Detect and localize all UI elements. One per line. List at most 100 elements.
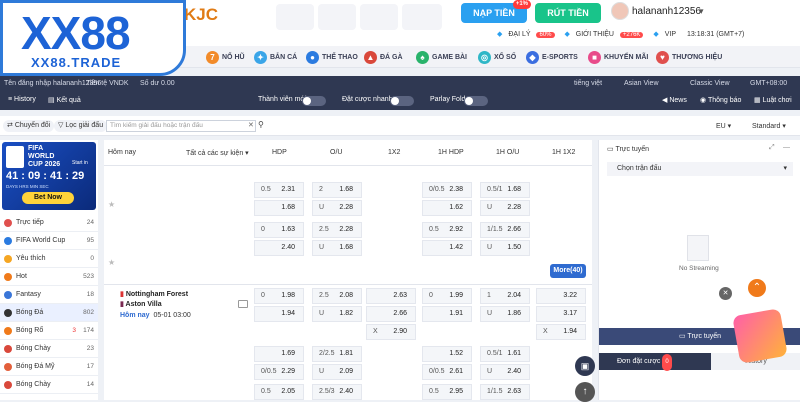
minimize-icon[interactable]: — — [783, 144, 790, 151]
withdraw-button[interactable]: RÚT TIỀN — [535, 3, 601, 23]
odds-cell[interactable]: 3.17 — [536, 306, 586, 322]
rules-link[interactable]: ▦ Luật chơi — [754, 96, 792, 104]
away-team[interactable]: ▮ Aston Villa — [120, 300, 162, 308]
odds-cell[interactable]: U 1.50 — [480, 240, 530, 256]
betslip-tab[interactable]: Đơn đặt cược 0 — [599, 353, 711, 371]
nav-esports[interactable]: ◆ E-SPORTS — [526, 50, 578, 64]
classic-view-select[interactable]: Classic View — [690, 80, 730, 87]
odds-cell[interactable]: 0.5/1 1.61 — [480, 346, 530, 362]
odds-cell[interactable]: 1.62 — [422, 200, 472, 216]
scroll-top-icon[interactable]: ↑ — [575, 382, 595, 402]
odds-cell[interactable]: 0/0.5 2.29 — [254, 364, 304, 380]
odds-cell[interactable]: 1.42 — [422, 240, 472, 256]
deposit-button[interactable]: NẠP TIỀN +1% — [461, 0, 531, 23]
asian-view-select[interactable]: Asian View — [624, 80, 659, 87]
odds-cell[interactable]: 1.91 — [422, 306, 472, 322]
odds-cell[interactable]: 0/0.5 2.61 — [422, 364, 472, 380]
odds-cell[interactable]: 1.52 — [422, 346, 472, 362]
odds-cell[interactable]: 1.69 — [254, 346, 304, 362]
sidebar-item[interactable]: Trực tiếp 24 — [0, 214, 98, 232]
notice-link[interactable]: ◉ Thông báo — [700, 96, 741, 104]
odds-cell[interactable]: 0 1.63 — [254, 222, 304, 238]
nav-promotions[interactable]: ■ KHUYẾN MÃI — [588, 50, 648, 64]
odds-cell[interactable]: X 1.94 — [536, 324, 586, 340]
sidebar-item[interactable]: Bóng Chày 23 — [0, 340, 98, 358]
promo-car-grey[interactable] — [360, 4, 398, 30]
language-select[interactable]: tiếng việt — [574, 80, 602, 87]
odds-cell[interactable]: 0.5 2.05 — [254, 384, 304, 400]
odds-cell[interactable]: U 2.40 — [480, 364, 530, 380]
search-icon[interactable]: ⚲ — [258, 120, 264, 129]
odds-cell[interactable]: U 2.09 — [312, 364, 362, 380]
odds-cell[interactable]: 2 1.68 — [312, 182, 362, 198]
odds-cell[interactable]: U 1.68 — [312, 240, 362, 256]
flag-icon[interactable]: ▣ — [575, 356, 595, 376]
odds-cell[interactable]: 0.5 2.95 — [422, 384, 472, 400]
nav-fishing[interactable]: ✦ BẮN CÁ — [254, 50, 297, 64]
sidebar-item[interactable]: Fantasy 18 — [0, 286, 98, 304]
odds-cell[interactable]: 3.22 — [536, 288, 586, 304]
more-markets-button[interactable]: More(40) — [550, 264, 586, 278]
promo-car-red[interactable] — [318, 4, 356, 30]
odds-cell[interactable]: 2.63 — [366, 288, 416, 304]
odds-cell[interactable]: 1/1.5 2.66 — [480, 222, 530, 238]
odds-cell[interactable]: 2.5 2.08 — [312, 288, 362, 304]
sidebar-item[interactable]: FIFA World Cup 95 — [0, 232, 98, 250]
chevron-down-icon[interactable]: ▾ — [699, 6, 704, 17]
odds-cell[interactable]: 1/1.5 2.63 — [480, 384, 530, 400]
sidebar-item[interactable]: Bóng Chày 14 — [0, 376, 98, 394]
agent-link[interactable]: ◆ ĐẠI LÝ 60% — [497, 31, 559, 38]
odds-cell[interactable]: 2.66 — [366, 306, 416, 322]
username[interactable]: halananh12356 — [632, 6, 701, 17]
odds-cell[interactable]: U 1.82 — [312, 306, 362, 322]
odds-cell[interactable]: 2/2.5 1.81 — [312, 346, 362, 362]
odds-cell[interactable]: 2.40 — [254, 240, 304, 256]
sidebar-item[interactable]: Bóng Rổ 3 174 — [0, 322, 98, 340]
clear-icon[interactable]: ✕ — [248, 121, 254, 129]
odds-cell[interactable]: X 2.90 — [366, 324, 416, 340]
site-logo[interactable]: XX88 XX88.TRADE — [0, 0, 186, 76]
odds-cell[interactable]: U 1.86 — [480, 306, 530, 322]
star-icon[interactable]: ★ — [108, 258, 115, 267]
promo-motorbike[interactable] — [276, 4, 314, 30]
parlay-toggle[interactable] — [464, 96, 488, 106]
switch-button[interactable]: ⇄ Chuyển đổi — [3, 120, 55, 132]
close-icon[interactable]: ✕ — [719, 287, 732, 300]
nav-cockfight[interactable]: ▲ ĐÁ GÀ — [364, 50, 403, 64]
nav-brand[interactable]: ♥ THƯƠNG HIỆU — [656, 50, 722, 64]
odds-cell[interactable]: 0 1.98 — [254, 288, 304, 304]
events-select[interactable]: Tất cả các sự kiện ▾ — [186, 149, 249, 157]
odds-cell[interactable]: U 2.28 — [480, 200, 530, 216]
nav-lottery[interactable]: ◎ XỔ SỐ — [478, 50, 516, 64]
sidebar-item[interactable]: Bóng Đá Mỹ 17 — [0, 358, 98, 376]
expand-icon[interactable]: ⤢ — [769, 144, 775, 152]
odds-cell[interactable]: 0/0.5 2.38 — [422, 182, 472, 198]
results-link[interactable]: ▤ Kết quả — [48, 96, 81, 104]
worldcup-banner[interactable]: FIFA WORLD CUP 2026 Start in 41 : 09 : 41 … — [2, 142, 96, 210]
history-link[interactable]: ≡ History — [8, 96, 36, 103]
sidebar-item[interactable]: Bóng Đá 802 — [0, 304, 98, 322]
gift-icon[interactable] — [732, 308, 788, 364]
nav-slots[interactable]: 7 NỔ HŨ — [206, 50, 245, 64]
odds-cell[interactable]: 0 1.99 — [422, 288, 472, 304]
star-icon[interactable]: ★ — [108, 200, 115, 209]
odds-mode-select[interactable]: Standard ▾ — [752, 122, 786, 130]
chevron-up-icon[interactable]: ⌃ — [748, 279, 766, 297]
league-filter-button[interactable]: ▽ Lọc giải đấu — [54, 120, 108, 132]
news-link[interactable]: ◀ News — [662, 96, 687, 104]
match-select[interactable]: Chọn trận đấu ▾ — [607, 162, 793, 176]
odds-cell[interactable]: 2.5 2.28 — [312, 222, 362, 238]
odds-cell[interactable]: 2.5/3 2.40 — [312, 384, 362, 400]
quick-bet-toggle[interactable] — [390, 96, 414, 106]
avatar[interactable] — [611, 2, 629, 20]
odds-region-select[interactable]: EU ▾ — [716, 122, 731, 130]
stats-icon[interactable] — [238, 300, 248, 308]
nav-sports[interactable]: ● THỂ THAO — [306, 50, 358, 64]
referral-link[interactable]: ◆ GIỚI THIỆU +276K — [564, 31, 647, 38]
odds-cell[interactable]: 1.94 — [254, 306, 304, 322]
search-input[interactable]: Tìm kiếm giải đấu hoặc trận đấu — [106, 120, 256, 132]
odds-cell[interactable]: 0.5/1 1.68 — [480, 182, 530, 198]
odds-cell[interactable]: 1.68 — [254, 200, 304, 216]
promo-gifts[interactable] — [402, 4, 442, 30]
odds-cell[interactable]: 0.5 2.92 — [422, 222, 472, 238]
